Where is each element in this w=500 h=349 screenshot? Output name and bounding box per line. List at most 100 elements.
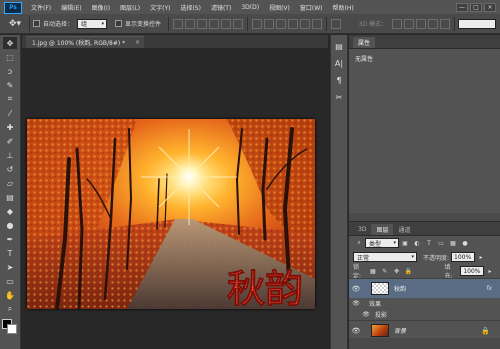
menu-type[interactable]: 文字(Y)	[145, 3, 175, 12]
history-panel-icon[interactable]: ▤	[333, 40, 345, 52]
align-top-icon[interactable]	[173, 18, 184, 29]
fx-icon[interactable]: fx	[486, 285, 492, 292]
lock-all-icon[interactable]: 🔒	[404, 267, 414, 276]
distribute-left-icon[interactable]	[288, 18, 299, 29]
maximize-button[interactable]: □	[470, 2, 482, 12]
shape-tool-icon[interactable]: ▭	[3, 275, 17, 287]
separator	[247, 16, 249, 31]
tab-layers[interactable]: 图层	[371, 224, 394, 235]
gradient-tool-icon[interactable]: ▤	[3, 191, 17, 203]
type-tool-icon[interactable]: T	[3, 247, 17, 259]
menu-layer[interactable]: 图层(L)	[115, 3, 145, 12]
shape-filter-icon[interactable]: ▭	[436, 239, 446, 248]
document-tab[interactable]: 1.jpg @ 100% (秋韵, RGB/8#) * ×	[26, 36, 144, 48]
auto-select-dropdown[interactable]: 组 ▾	[77, 18, 108, 29]
hand-tool-icon[interactable]: ✋	[3, 289, 17, 301]
tab-channels[interactable]: 通道	[393, 224, 415, 235]
auto-select-checkbox[interactable]	[33, 20, 40, 27]
distribute-top-icon[interactable]	[252, 18, 263, 29]
background-color-swatch[interactable]	[7, 324, 17, 334]
layer-filter-dropdown[interactable]: 类型 ▾	[365, 238, 399, 248]
align-bottom-icon[interactable]	[197, 18, 208, 29]
lock-pixels-icon[interactable]: ✎	[380, 267, 390, 276]
workspace-dropdown[interactable]	[458, 18, 496, 29]
filter-toggle-icon[interactable]: ●	[460, 239, 470, 248]
zoom-tool-icon[interactable]: ⌕	[3, 303, 17, 315]
pen-tool-icon[interactable]: ✒	[3, 233, 17, 245]
layer-background[interactable]: 👁 背景 🔒	[349, 320, 500, 340]
close-button[interactable]: ×	[484, 2, 496, 12]
character-panel-icon[interactable]: A|	[333, 57, 345, 69]
paragraph-panel-icon[interactable]: ¶	[333, 74, 345, 86]
move-tool-icon[interactable]: ✥	[3, 37, 17, 49]
type-filter-icon[interactable]: T	[424, 239, 434, 248]
eye-icon[interactable]: 👁	[349, 300, 363, 307]
eye-icon[interactable]: 👁	[349, 285, 363, 293]
adjustment-filter-icon[interactable]: ◐	[412, 239, 422, 248]
clone-stamp-tool-icon[interactable]: ⊥	[3, 149, 17, 161]
move-tool-preset-icon[interactable]: ✥▾	[4, 17, 26, 31]
opacity-label: 不透明度:	[423, 254, 450, 262]
menu-select[interactable]: 选择(S)	[175, 3, 206, 12]
menu-help[interactable]: 帮助(H)	[328, 3, 359, 12]
smart-object-filter-icon[interactable]: ▦	[448, 239, 458, 248]
tab-properties[interactable]: 属性	[353, 37, 376, 48]
pixel-filter-icon[interactable]: ▣	[400, 239, 410, 248]
lock-position-icon[interactable]: ✥	[392, 267, 402, 276]
dodge-tool-icon[interactable]: ●	[3, 219, 17, 231]
layer-text[interactable]: 👁 秋韵 fx	[349, 278, 500, 298]
history-brush-tool-icon[interactable]: ↺	[3, 163, 17, 175]
brush-tool-icon[interactable]: ✐	[3, 135, 17, 147]
lock-transparency-icon[interactable]: ▦	[368, 267, 378, 276]
align-vcenter-icon[interactable]	[185, 18, 196, 29]
distribute-hcenter-icon[interactable]	[300, 18, 311, 29]
chevron-right-icon[interactable]: ▸	[485, 267, 495, 276]
menu-view[interactable]: 视图(V)	[264, 3, 295, 12]
tools-panel: ✥ ⬚ ↄ ✎ ⌗ ⁄ ✚ ✐ ⊥ ↺ ▱ ▤ ◆ ● ✒ T ➤ ▭ ✋ ⌕	[0, 35, 21, 349]
opacity-input[interactable]: 100%	[451, 252, 476, 262]
3d-roll-icon[interactable]	[404, 18, 414, 29]
tools-preset-panel-icon[interactable]: ✂	[333, 91, 345, 103]
blur-tool-icon[interactable]: ◆	[3, 205, 17, 217]
path-select-tool-icon[interactable]: ➤	[3, 261, 17, 273]
menu-image[interactable]: 图像(I)	[87, 3, 115, 12]
align-left-icon[interactable]	[209, 18, 220, 29]
eyedropper-tool-icon[interactable]: ⁄	[3, 107, 17, 119]
blend-mode-dropdown[interactable]: 正常 ▾	[353, 252, 417, 262]
chevron-right-icon[interactable]: ▸	[476, 253, 486, 262]
menu-window[interactable]: 窗口(W)	[295, 3, 328, 12]
distribute-bottom-icon[interactable]	[276, 18, 287, 29]
layer-effect-item[interactable]: 👁 投影	[349, 309, 500, 320]
layer-name: 秋韵	[394, 286, 407, 293]
lasso-tool-icon[interactable]: ↄ	[3, 65, 17, 77]
auto-align-icon[interactable]	[331, 18, 342, 29]
marquee-tool-icon[interactable]: ⬚	[3, 51, 17, 63]
chevron-down-icon: ▾	[411, 254, 414, 260]
tab-3d[interactable]: 3D	[353, 224, 371, 235]
quick-select-tool-icon[interactable]: ✎	[3, 79, 17, 91]
align-right-icon[interactable]	[233, 18, 244, 29]
healing-brush-tool-icon[interactable]: ✚	[3, 121, 17, 133]
show-transform-checkbox[interactable]	[115, 20, 123, 27]
eraser-tool-icon[interactable]: ▱	[3, 177, 17, 189]
3d-slide-icon[interactable]	[428, 18, 438, 29]
3d-scale-icon[interactable]	[440, 18, 450, 29]
close-tab-icon[interactable]: ×	[135, 39, 140, 46]
distribute-vcenter-icon[interactable]	[264, 18, 275, 29]
canvas-image[interactable]: 秋韵	[27, 119, 315, 309]
layer-effects-row[interactable]: 👁 效果	[349, 298, 500, 309]
3d-pan-icon[interactable]	[416, 18, 426, 29]
menu-filter[interactable]: 滤镜(T)	[206, 3, 236, 12]
align-hcenter-icon[interactable]	[221, 18, 232, 29]
menu-file[interactable]: 文件(F)	[26, 3, 56, 12]
minimize-button[interactable]: —	[456, 2, 468, 12]
eye-icon[interactable]: 👁	[349, 327, 363, 335]
menu-3d[interactable]: 3D(D)	[236, 4, 264, 11]
eye-icon[interactable]: 👁	[359, 311, 373, 318]
3d-rotate-icon[interactable]	[392, 18, 402, 29]
distribute-right-icon[interactable]	[312, 18, 323, 29]
color-swatches[interactable]	[2, 319, 18, 335]
fill-input[interactable]: 100%	[460, 266, 485, 276]
crop-tool-icon[interactable]: ⌗	[3, 93, 17, 105]
menu-edit[interactable]: 编辑(E)	[56, 3, 86, 12]
